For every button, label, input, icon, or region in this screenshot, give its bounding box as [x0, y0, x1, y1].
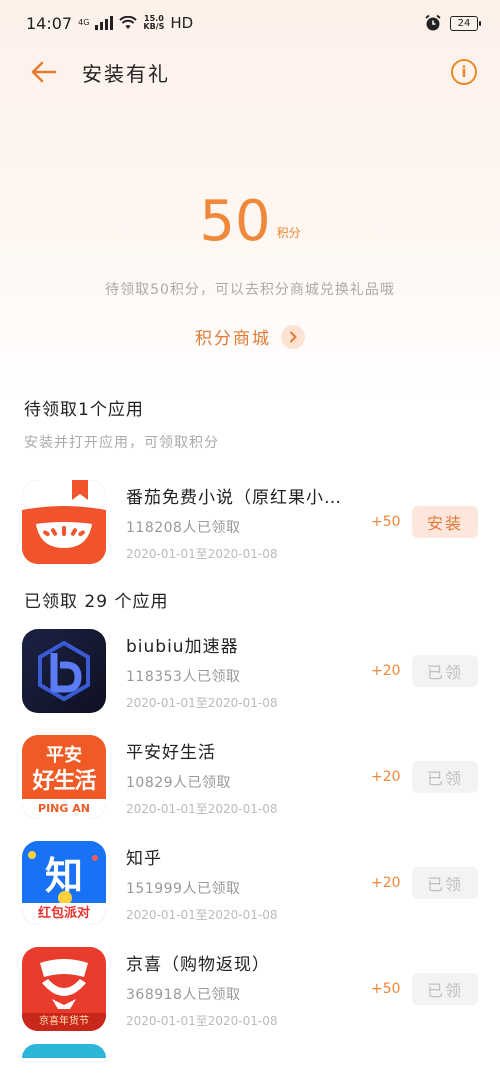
app-name: 京喜（购物返现）	[126, 954, 270, 975]
points-summary: 50 积分 待领取50积分，可以去积分商城兑换礼品哦 积分商城	[0, 189, 500, 350]
biubiu-app-icon	[22, 629, 106, 713]
app-claim-count: 151999人已领取	[126, 880, 241, 897]
points-mall-label: 积分商城	[195, 329, 271, 349]
app-claim-count: 10829人已领取	[126, 774, 232, 791]
page-title: 安装有礼	[82, 61, 170, 86]
app-name: 平安好生活	[126, 742, 216, 763]
chevron-right-icon	[281, 324, 305, 349]
app-points: +20	[371, 663, 401, 679]
claimed-section-title: 已领取 29 个应用	[24, 592, 169, 612]
app-name: 知乎	[126, 848, 162, 869]
app-date-range: 2020-01-01至2020-01-08	[126, 907, 278, 922]
claimed-button: 已领	[412, 655, 478, 687]
app-points: +50	[371, 981, 401, 997]
battery-icon: 24	[450, 15, 481, 31]
pending-section-title: 待领取1个应用	[24, 400, 144, 420]
app-points: +20	[371, 769, 401, 785]
app-row-jingxi[interactable]: 京喜年货节 京喜（购物返现） 368918人已领取 2020-01-01至202…	[0, 936, 500, 1042]
alarm-icon	[425, 14, 441, 31]
jingxi-app-icon: 京喜年货节	[22, 947, 106, 1031]
app-date-range: 2020-01-01至2020-01-08	[126, 546, 278, 561]
signal-icon	[95, 16, 114, 30]
app-claim-count: 368918人已领取	[126, 986, 241, 1003]
arrow-left-icon[interactable]	[30, 58, 58, 86]
hd-indicator: HD	[170, 14, 194, 32]
claimed-section: 已领取 29 个应用 biubiu加速器 118353人已领取 2020-01-…	[0, 587, 500, 1058]
app-row-biubiu[interactable]: biubiu加速器 118353人已领取 2020-01-01至2020-01-…	[0, 618, 500, 724]
claimed-button: 已领	[412, 867, 478, 899]
app-claim-count: 118208人已领取	[126, 519, 241, 536]
app-name: 番茄免费小说（原红果小…	[126, 487, 342, 508]
app-date-range: 2020-01-01至2020-01-08	[126, 695, 278, 710]
install-button[interactable]: 安装	[412, 506, 478, 538]
status-icons: 4G 15.0 KB/S HD	[78, 14, 193, 32]
app-points: +50	[371, 514, 401, 530]
points-value: 50	[199, 189, 271, 254]
page-header: 安装有礼 i	[0, 46, 500, 98]
app-name: biubiu加速器	[126, 636, 239, 657]
pingan-app-icon: 平安 好生活 PING AN	[22, 735, 106, 819]
network-type: 4G	[78, 18, 90, 27]
battery-level: 24	[457, 17, 471, 29]
claimed-button: 已领	[412, 761, 478, 793]
app-claim-count: 118353人已领取	[126, 668, 241, 685]
app-row-fanqie[interactable]: 番茄免费小说（原红果小… 118208人已领取 2020-01-01至2020-…	[0, 469, 500, 575]
status-bar: 14:07 4G 15.0 KB/S HD 24	[0, 0, 500, 46]
points-mall-link[interactable]: 积分商城	[195, 324, 305, 349]
network-speed: 15.0 KB/S	[143, 14, 165, 31]
partial-app-icon	[22, 1044, 106, 1058]
status-time: 14:07	[26, 13, 73, 33]
app-date-range: 2020-01-01至2020-01-08	[126, 1013, 278, 1028]
wifi-icon	[119, 16, 138, 29]
points-description: 待领取50积分，可以去积分商城兑换礼品哦	[105, 282, 395, 298]
app-row-partial	[0, 1044, 500, 1058]
claimed-button: 已领	[412, 973, 478, 1005]
info-icon[interactable]: i	[451, 59, 477, 85]
app-row-zhihu[interactable]: 知 红包派对 知乎 151999人已领取 2020-01-01至2020-01-…	[0, 830, 500, 936]
fanqie-app-icon	[22, 480, 106, 564]
zhihu-app-icon: 知 红包派对	[22, 841, 106, 925]
points-unit: 积分	[276, 226, 301, 240]
app-row-pingan[interactable]: 平安 好生活 PING AN 平安好生活 10829人已领取 2020-01-0…	[0, 724, 500, 830]
pending-section-subtitle: 安装并打开应用，可领取积分	[24, 435, 219, 451]
app-points: +20	[371, 875, 401, 891]
app-date-range: 2020-01-01至2020-01-08	[126, 801, 278, 816]
pending-section: 待领取1个应用 安装并打开应用，可领取积分 番茄免费小说（原红果小… 11820…	[0, 395, 500, 575]
